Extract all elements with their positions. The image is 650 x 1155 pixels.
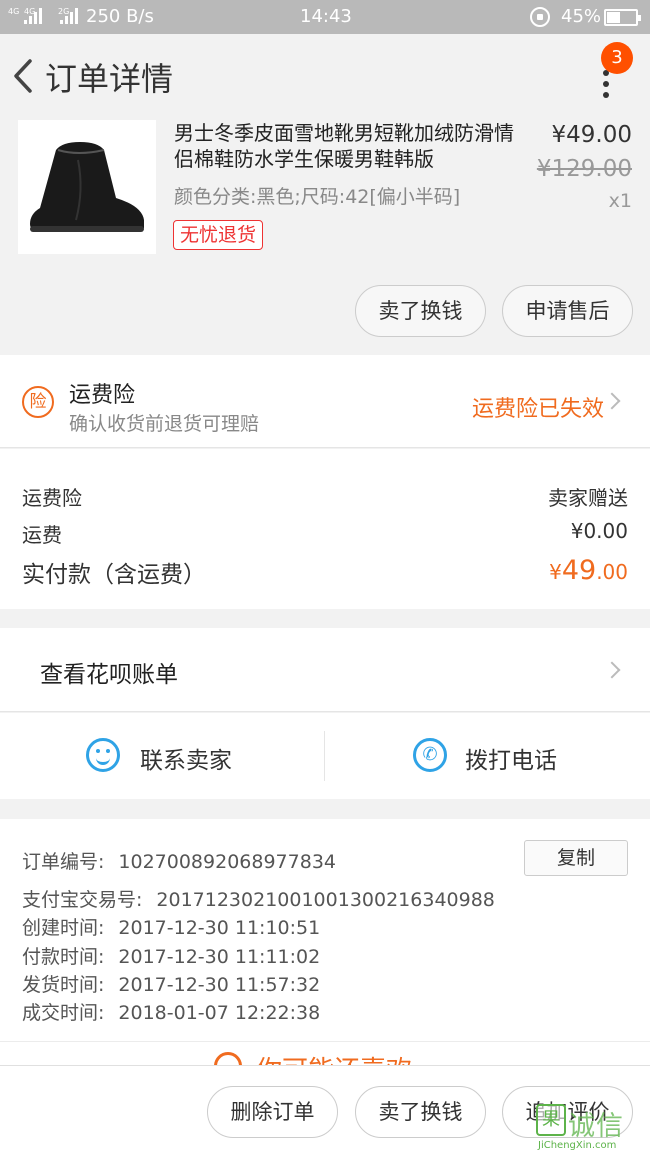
- alipay-number-row: 支付宝交易号: 2017123021001001300216340988: [22, 885, 495, 912]
- watermark-logo: 果: [536, 1104, 566, 1136]
- completed-time: 2018-01-07 12:22:38: [118, 1002, 321, 1024]
- watermark: 果 诚信 JiChengXin.com: [536, 1104, 648, 1152]
- created-time-label: 创建时间:: [22, 917, 105, 939]
- product-image[interactable]: [18, 120, 156, 254]
- shipping-fee-value: ¥0.00: [570, 519, 628, 543]
- insurance-icon: 险: [22, 386, 54, 418]
- network-speed: 250 B/s: [86, 6, 154, 27]
- battery-icon: [604, 9, 641, 26]
- completed-time-label: 成交时间:: [22, 1002, 105, 1024]
- paid-time-label: 付款时间:: [22, 946, 105, 968]
- order-info: 订单编号: 102700892068977834 复制 支付宝交易号: 201712…: [0, 819, 650, 1041]
- notification-badge[interactable]: 3: [601, 42, 633, 74]
- worry-free-return-tag: 无忧退货: [173, 220, 264, 250]
- shipping-insurance-row[interactable]: 险 运费险 确认收货前退货可理赔 运费险已失效: [0, 355, 650, 448]
- chat-smile-icon: [86, 738, 120, 772]
- rotation-lock-icon: [530, 7, 550, 27]
- signal-icon: [24, 8, 42, 24]
- contact-bar: 联系卖家 ✆ 拨打电话: [0, 713, 650, 799]
- recommend-icon: [214, 1052, 242, 1065]
- product-price: ¥49.00: [551, 122, 632, 148]
- contact-seller-button[interactable]: 联系卖家: [0, 713, 324, 799]
- more-menu-icon[interactable]: [596, 70, 616, 100]
- contact-seller-label: 联系卖家: [140, 748, 232, 774]
- watermark-url: JiChengXin.com: [538, 1140, 617, 1151]
- product-name[interactable]: 男士冬季皮面雪地靴男短靴加绒防滑情侣棉鞋防水学生保暖男鞋韩版: [174, 120, 524, 172]
- insurance-subtitle: 确认收货前退货可理赔: [69, 413, 260, 435]
- completed-time-row: 成交时间: 2018-01-07 12:22:38: [22, 998, 320, 1025]
- phone-icon: ✆: [413, 738, 447, 772]
- shipping-fee-label: 运费: [22, 523, 62, 547]
- huabei-label: 查看花呗账单: [40, 662, 178, 688]
- product-quantity: x1: [608, 190, 632, 212]
- product-card[interactable]: 男士冬季皮面雪地靴男短靴加绒防滑情侣棉鞋防水学生保暖男鞋韩版 颜色分类:黑色;尺…: [0, 118, 650, 355]
- shipped-time-label: 发货时间:: [22, 974, 105, 996]
- network-indicator-1: 4G: [8, 7, 20, 16]
- insurance-title: 运费险: [69, 383, 136, 408]
- call-phone-label: 拨打电话: [465, 748, 557, 774]
- watermark-text: 诚信: [568, 1111, 624, 1142]
- sell-for-cash-button[interactable]: 卖了换钱: [355, 285, 486, 337]
- delete-order-button[interactable]: 删除订单: [207, 1086, 338, 1138]
- shipped-time-row: 发货时间: 2017-12-30 11:57:32: [22, 970, 320, 997]
- paid-time: 2017-12-30 11:11:02: [118, 946, 321, 968]
- shipped-time: 2017-12-30 11:57:32: [118, 974, 321, 996]
- paid-amount-value: ¥49.00: [549, 555, 628, 586]
- recommendations-header: 你可能还喜欢: [0, 1041, 650, 1065]
- status-bar: 4G 4G 2G 250 B/s 14:43 45%: [0, 0, 650, 34]
- created-time-row: 创建时间: 2017-12-30 11:10:51: [22, 913, 320, 940]
- insurance-fee-label: 运费险: [22, 486, 82, 510]
- recommendations-title: 你可能还喜欢: [256, 1050, 412, 1065]
- back-arrow-icon[interactable]: [10, 58, 40, 94]
- paid-time-row: 付款时间: 2017-12-30 11:11:02: [22, 942, 320, 969]
- paid-integer: 49: [561, 555, 597, 586]
- fee-summary: 运费险 卖家赠送 运费 ¥0.00 实付款（含运费） ¥49.00: [0, 449, 650, 609]
- paid-currency: ¥: [549, 560, 562, 584]
- order-number: 102700892068977834: [118, 851, 336, 873]
- order-number-label: 订单编号:: [22, 851, 105, 873]
- call-phone-button[interactable]: ✆ 拨打电话: [325, 713, 650, 799]
- copy-button[interactable]: 复制: [524, 840, 628, 876]
- view-huabei-bill-row[interactable]: 查看花呗账单: [0, 628, 650, 712]
- battery-percent: 45%: [561, 6, 602, 27]
- chevron-right-icon: [603, 392, 621, 410]
- paid-decimal: .00: [596, 560, 628, 584]
- clock: 14:43: [300, 6, 352, 27]
- original-price: ¥129.00: [536, 156, 632, 182]
- order-number-row: 订单编号: 102700892068977834: [22, 847, 336, 874]
- chevron-right-icon: [603, 661, 621, 679]
- page-title: 订单详情: [45, 60, 174, 98]
- insurance-status: 运费险已失效: [471, 397, 604, 422]
- created-time: 2017-12-30 11:10:51: [118, 917, 321, 939]
- after-sale-button[interactable]: 申请售后: [502, 285, 633, 337]
- insurance-fee-value: 卖家赠送: [548, 486, 628, 510]
- signal-icon-2: [60, 8, 78, 24]
- alipay-number: 2017123021001001300216340988: [156, 889, 495, 911]
- sell-for-cash-bottom-button[interactable]: 卖了换钱: [355, 1086, 486, 1138]
- product-spec: 颜色分类:黑色;尺码:42[偏小半码]: [174, 186, 461, 208]
- app-header: 订单详情 3: [0, 34, 650, 118]
- paid-amount-label: 实付款（含运费）: [22, 562, 206, 588]
- alipay-number-label: 支付宝交易号:: [22, 889, 143, 911]
